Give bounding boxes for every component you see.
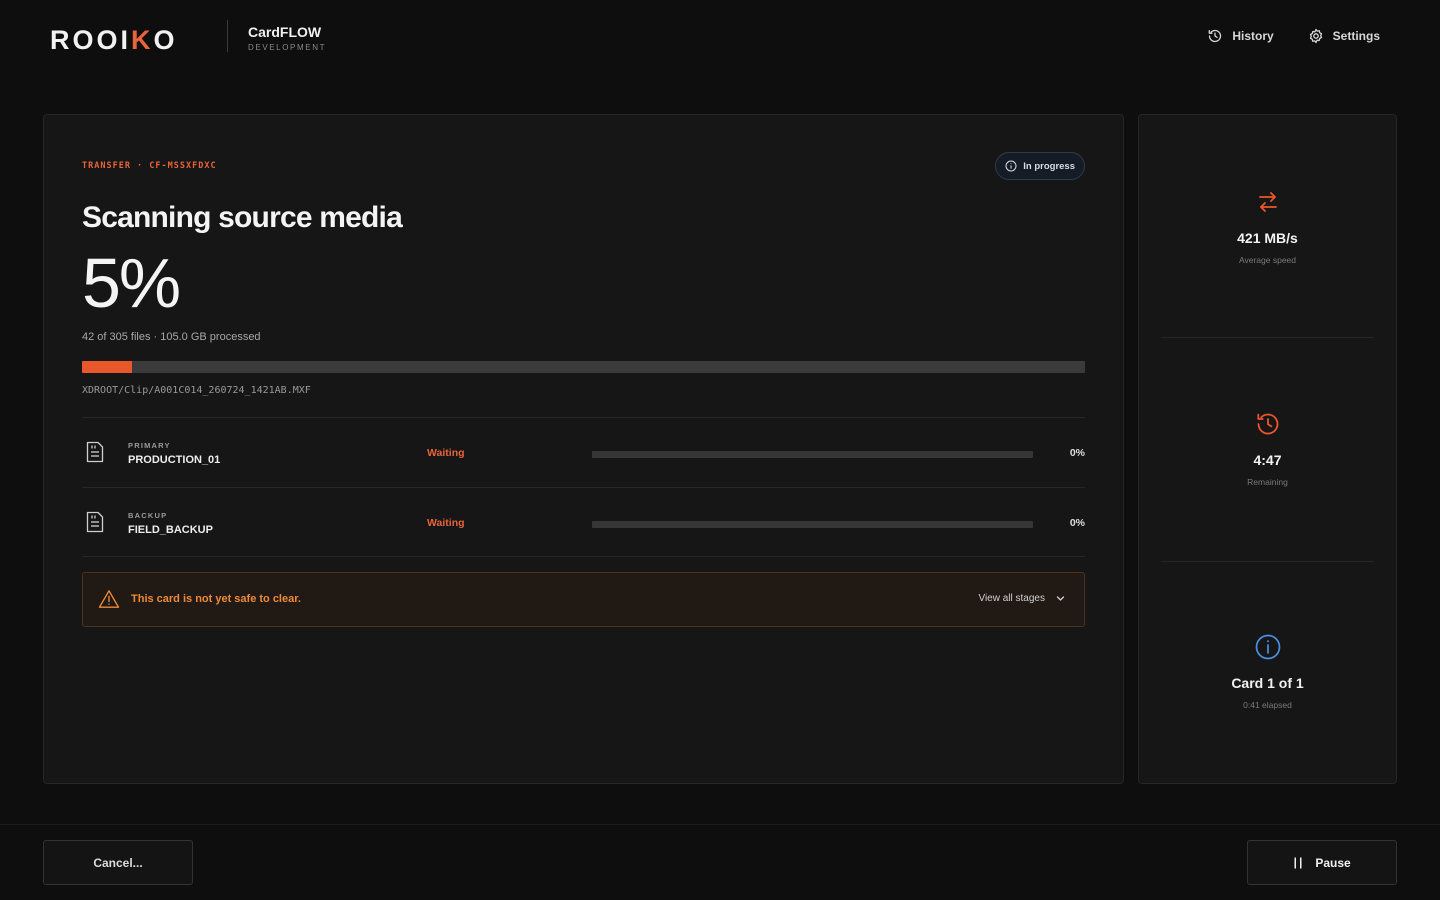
stat-label: Remaining	[1247, 477, 1288, 487]
stat-average-speed: 421 MB/s Average speed	[1139, 188, 1396, 265]
safety-warning-banner: This card is not yet safe to clear. View…	[82, 572, 1085, 627]
pause-label: Pause	[1315, 855, 1351, 870]
view-all-stages-toggle[interactable]: View all stages	[978, 593, 1066, 604]
destination-row-backup: BACKUP FIELD_BACKUP Waiting 0%	[82, 487, 1085, 557]
destination-name: FIELD_BACKUP	[128, 524, 213, 536]
transfer-id-eyebrow: TRANSFER · CF-MSSXFDXC	[82, 161, 217, 171]
chevron-down-icon	[1056, 596, 1065, 601]
stats-divider	[1161, 337, 1374, 338]
stats-panel: 421 MB/s Average speed 4:47 Remaining Ca…	[1138, 114, 1397, 784]
current-file-path: XDROOT/Clip/A001C014_260724_1421AB.MXF	[82, 385, 311, 396]
destination-list: PRIMARY PRODUCTION_01 Waiting 0% BACKUP …	[82, 417, 1085, 557]
top-nav: History Settings	[1207, 28, 1380, 44]
page-title: Scanning source media	[82, 201, 403, 234]
destination-row-primary: PRIMARY PRODUCTION_01 Waiting 0%	[82, 417, 1085, 487]
product-block: CardFLOW DEVELOPMENT	[248, 24, 326, 52]
pause-icon	[1294, 857, 1302, 868]
footer-divider	[0, 824, 1440, 825]
destination-name: PRODUCTION_01	[128, 454, 221, 466]
view-all-stages-label: View all stages	[978, 593, 1045, 604]
stat-value: 421 MB/s	[1237, 230, 1298, 246]
top-bar: ROOIKO CardFLOW DEVELOPMENT History Sett	[0, 0, 1440, 74]
history-icon	[1208, 29, 1222, 43]
status-badge: In progress	[995, 152, 1085, 180]
brand-divider	[227, 20, 228, 52]
stat-label: Average speed	[1238, 255, 1297, 265]
overall-progress-fill	[82, 361, 133, 373]
stats-divider	[1161, 561, 1374, 562]
stat-label: 0:41 elapsed	[1243, 700, 1292, 710]
transfer-card: TRANSFER · CF-MSSXFDXC In progress Scann…	[43, 114, 1124, 784]
overall-percent: 5%	[82, 244, 181, 322]
transfer-arrows-icon	[1258, 192, 1277, 212]
product-environment: DEVELOPMENT	[248, 43, 327, 52]
info-icon	[1005, 160, 1017, 172]
stat-card-count: Card 1 of 1 0:41 elapsed	[1139, 633, 1396, 710]
stat-value: 4:47	[1253, 452, 1282, 468]
overall-progress-bar	[82, 361, 1085, 373]
destination-percent: 0%	[1069, 447, 1085, 459]
rooiko-logo: ROOIKO	[50, 25, 178, 55]
warning-icon	[98, 590, 120, 608]
product-name: CardFLOW	[248, 24, 322, 40]
cancel-button[interactable]: Cancel...	[43, 840, 193, 885]
destination-role: BACKUP	[128, 511, 168, 520]
pause-button[interactable]: Pause	[1247, 840, 1397, 885]
destination-status: Waiting	[427, 447, 465, 459]
nav-history-label: History	[1232, 29, 1274, 43]
destination-progress-bar	[592, 451, 1033, 458]
info-icon	[1255, 634, 1280, 660]
nav-history-button[interactable]: History	[1207, 28, 1274, 44]
nav-settings-button[interactable]: Settings	[1308, 28, 1380, 44]
gear-icon	[1309, 28, 1322, 44]
destination-progress-bar	[592, 521, 1033, 528]
destination-status: Waiting	[427, 517, 465, 529]
processed-summary: 42 of 305 files · 105.0 GB processed	[82, 331, 261, 343]
destination-role: PRIMARY	[128, 441, 171, 450]
nav-settings-label: Settings	[1332, 29, 1380, 43]
history-clock-icon	[1256, 413, 1278, 435]
app-window: ROOIKO CardFLOW DEVELOPMENT History Sett	[0, 0, 1440, 900]
stat-value: Card 1 of 1	[1231, 675, 1304, 691]
drive-icon	[86, 441, 104, 463]
stat-remaining: 4:47 Remaining	[1139, 410, 1396, 487]
drive-icon	[86, 511, 104, 533]
status-badge-label: In progress	[1023, 160, 1075, 172]
destination-percent: 0%	[1069, 517, 1085, 529]
warning-text: This card is not yet safe to clear.	[131, 593, 301, 605]
